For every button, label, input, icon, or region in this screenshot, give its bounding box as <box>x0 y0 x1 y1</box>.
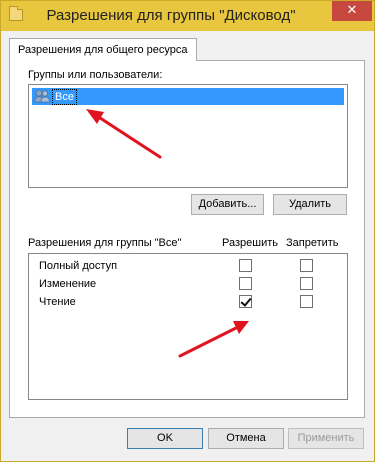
tab-share-permissions[interactable]: Разрешения для общего ресурса <box>9 38 197 61</box>
annotation-arrows <box>86 109 249 358</box>
annotation-arrow-to-group <box>86 109 162 159</box>
tab-label: Разрешения для общего ресурса <box>18 44 188 56</box>
annotation-arrow-to-read <box>178 321 249 358</box>
